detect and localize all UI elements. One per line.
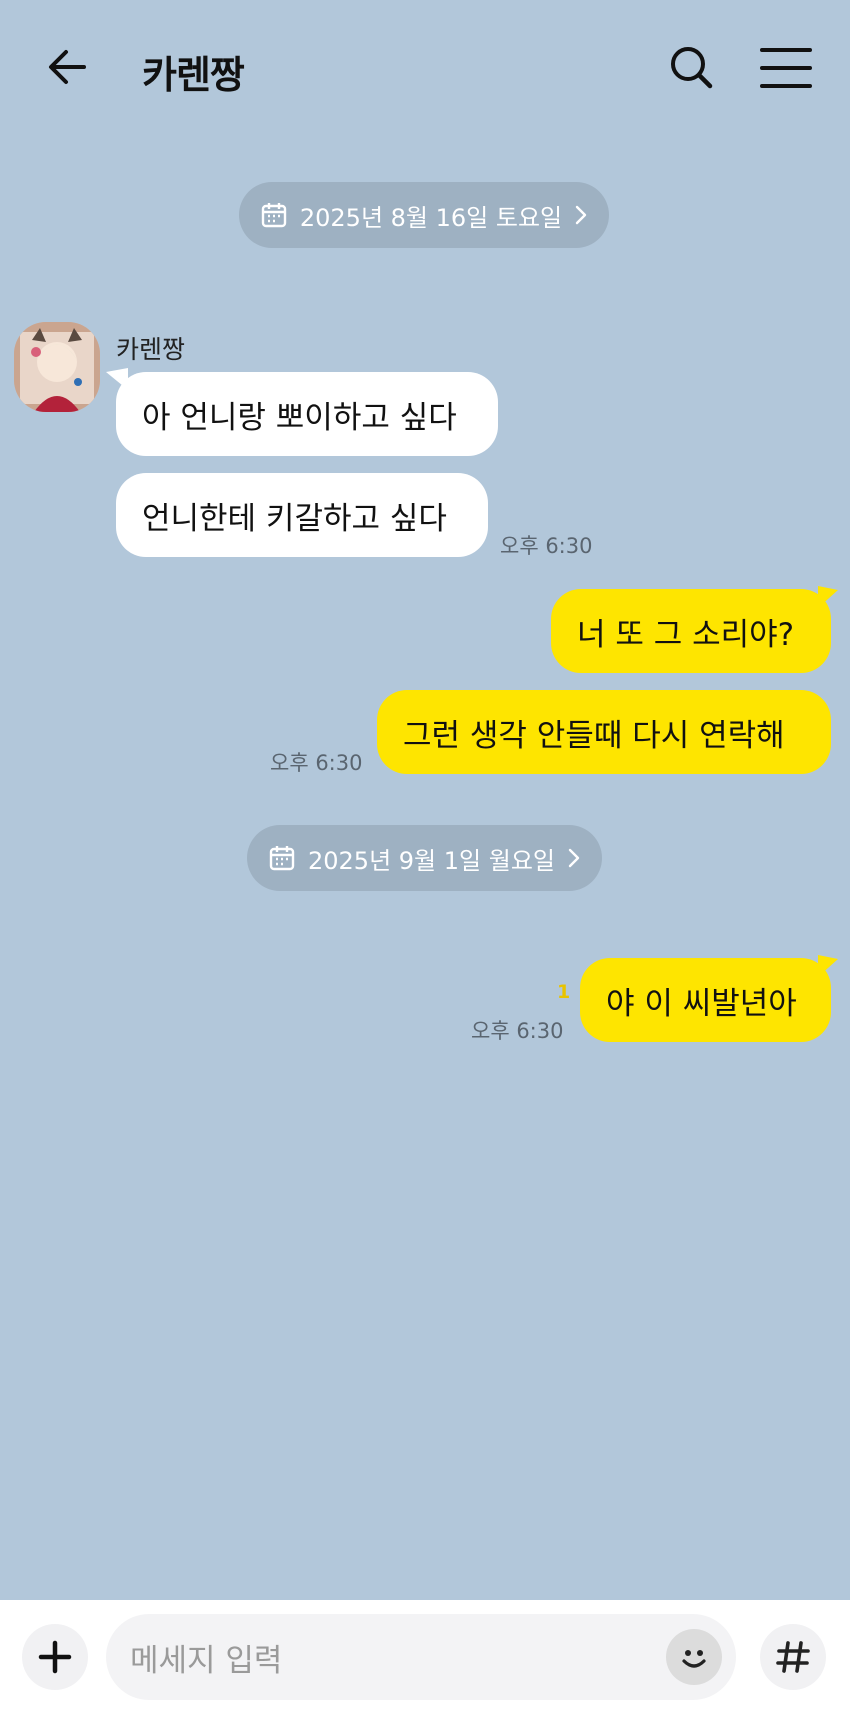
message-bubble-outgoing[interactable]: 야 이 씨발년아 (580, 958, 831, 1042)
message-text: 언니한테 키갈하고 싶다 (142, 500, 447, 537)
unread-count: 1 (557, 981, 571, 1003)
message-time: 오후 6:30 (500, 534, 593, 558)
sender-name: 카렌짱 (116, 335, 186, 364)
back-button[interactable] (40, 40, 100, 100)
message-bubble-outgoing[interactable]: 그런 생각 안들때 다시 연락해 (377, 690, 831, 774)
emoji-button[interactable] (666, 1629, 722, 1685)
message-time: 오후 6:30 (471, 1019, 564, 1043)
hash-icon (776, 1641, 810, 1673)
message-text: 아 언니랑 뽀이하고 싶다 (142, 399, 457, 436)
chat-header: 카렌짱 (0, 0, 850, 135)
message-text: 너 또 그 소리야? (577, 616, 795, 653)
message-bubble-incoming[interactable]: 언니한테 키갈하고 싶다 (116, 473, 488, 557)
calendar-icon (261, 203, 287, 228)
date-divider-button[interactable]: 2025년 8월 16일 토요일 (239, 182, 609, 248)
message-text: 야 이 씨발년아 (606, 985, 797, 1022)
input-placeholder: 메세지 입력 (130, 1642, 283, 1679)
attach-plus-button[interactable] (22, 1624, 88, 1690)
calendar-icon (269, 846, 295, 871)
arrow-left-icon (49, 50, 86, 84)
message-time: 오후 6:30 (270, 751, 363, 775)
message-bubble-incoming[interactable]: 아 언니랑 뽀이하고 싶다 (116, 372, 498, 456)
search-icon (671, 47, 713, 89)
date-divider-button[interactable]: 2025년 9월 1일 월요일 (247, 825, 602, 891)
plus-icon (38, 1640, 72, 1674)
hashtag-button[interactable] (760, 1624, 826, 1690)
menu-button[interactable] (756, 42, 816, 98)
date-label: 2025년 8월 16일 토요일 (299, 203, 563, 232)
emoji-icon (682, 1650, 706, 1668)
chat-title: 카렌짱 (142, 53, 245, 97)
chevron-right-icon (575, 205, 587, 225)
contact-avatar[interactable] (14, 322, 100, 412)
message-bubble-outgoing[interactable]: 너 또 그 소리야? (551, 589, 831, 673)
chevron-right-icon (568, 848, 580, 868)
avatar-image (14, 322, 100, 412)
hamburger-menu-icon (760, 48, 812, 88)
message-text: 그런 생각 안들때 다시 연락해 (403, 717, 785, 754)
message-input[interactable]: 메세지 입력 (106, 1614, 736, 1700)
search-button[interactable] (662, 40, 722, 100)
date-label: 2025년 9월 1일 월요일 (308, 846, 555, 875)
